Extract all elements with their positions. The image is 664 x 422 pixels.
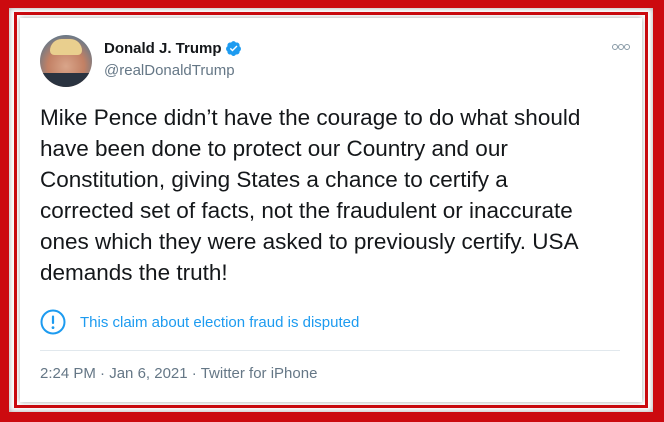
disputed-claim-label[interactable]: This claim about election fraud is dispu… (80, 314, 359, 331)
tweet-metadata: 2:24 PM · Jan 6, 2021 · Twitter for iPho… (40, 365, 317, 382)
divider (40, 350, 620, 351)
verified-badge-icon (225, 41, 241, 56)
disputed-claim-notice[interactable]: This claim about election fraud is dispu… (40, 309, 359, 335)
tweet-time[interactable]: 2:24 PM (40, 365, 96, 382)
avatar-suit (40, 73, 92, 87)
more-dot (624, 44, 630, 50)
tweet-source[interactable]: Twitter for iPhone (201, 365, 318, 382)
author-handle[interactable]: @realDonaldTrump (104, 62, 235, 79)
author-name[interactable]: Donald J. Trump (104, 40, 222, 57)
meta-separator: · (191, 365, 197, 382)
exclamation-circle-icon (40, 309, 66, 335)
tweet-text: Mike Pence didn’t have the courage to do… (40, 105, 581, 285)
avatar[interactable] (40, 35, 92, 87)
meta-separator: · (100, 365, 106, 382)
author-name-row[interactable]: Donald J. Trump (104, 40, 242, 57)
tweet-card: Donald J. Trump @realDonaldTrump Mike Pe… (20, 18, 642, 402)
more-options-icon[interactable] (612, 44, 630, 50)
avatar-hair (50, 39, 82, 55)
tweet-date[interactable]: Jan 6, 2021 (109, 365, 187, 382)
